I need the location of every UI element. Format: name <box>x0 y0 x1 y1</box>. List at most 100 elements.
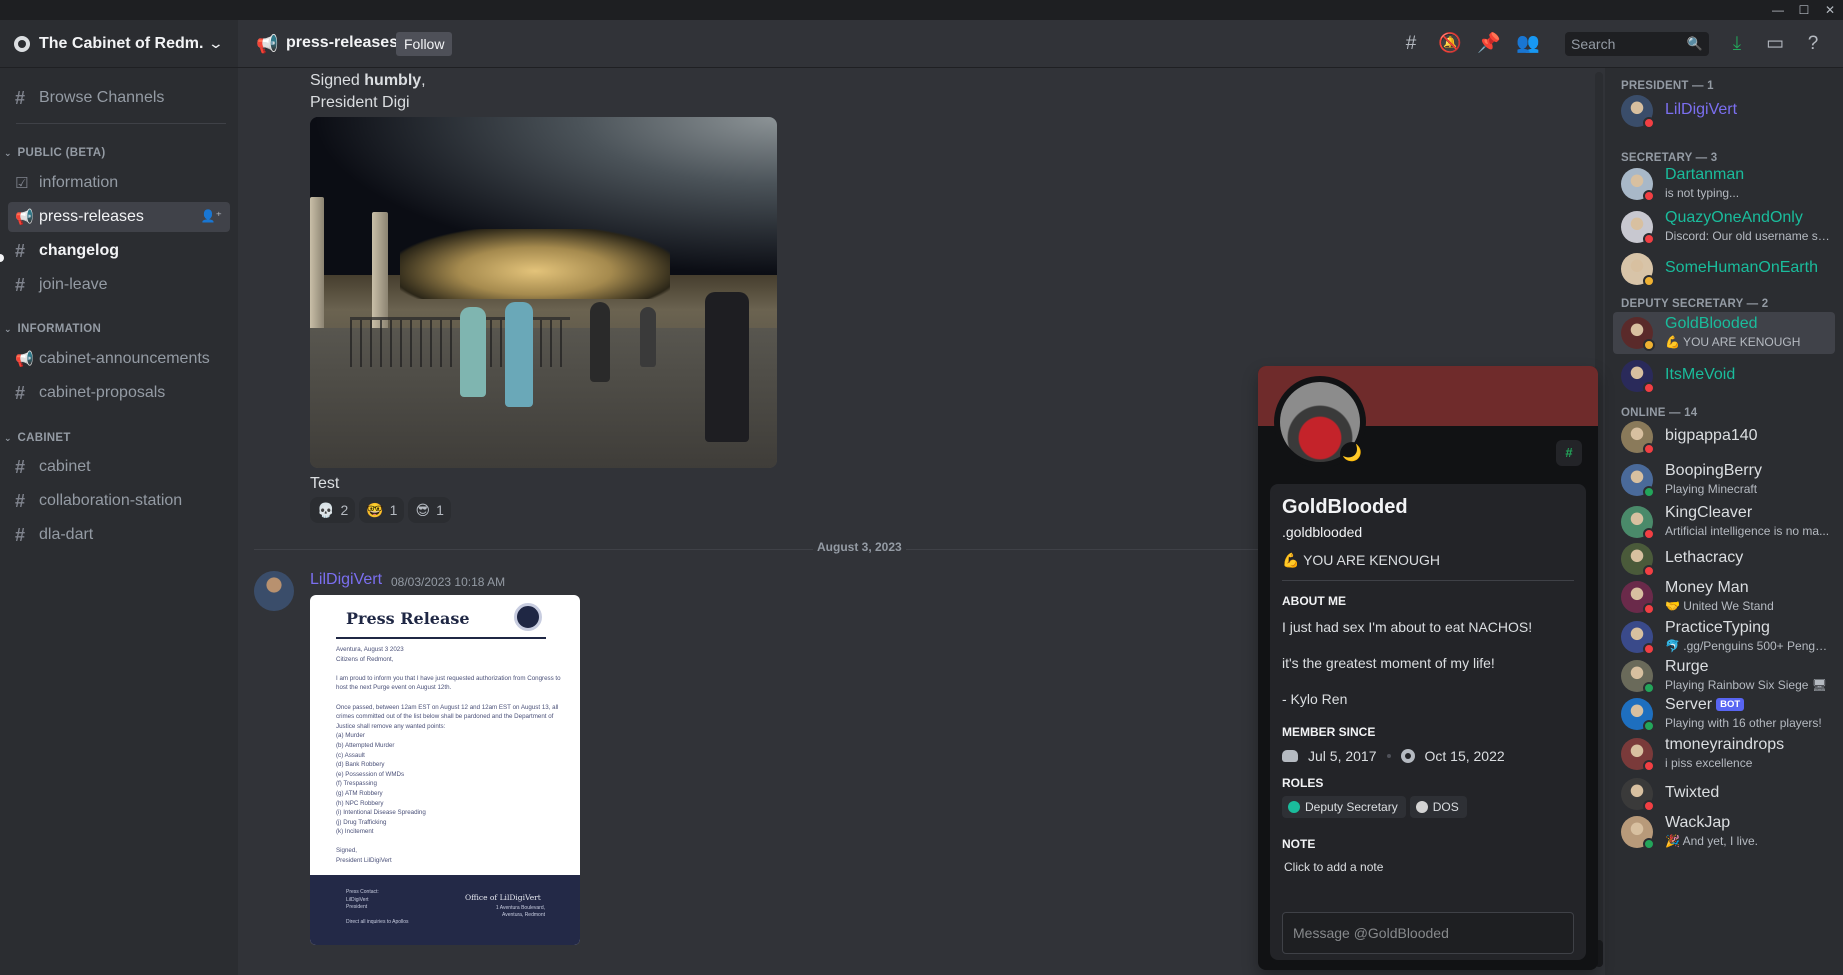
member-item[interactable]: PracticeTyping 🐬 .gg/Penguins 500+ Pengu … <box>1613 616 1835 658</box>
member-item[interactable]: KingCleaver Artificial intelligence is no… <box>1613 501 1835 543</box>
category-information[interactable]: ⌄ INFORMATION <box>4 323 101 335</box>
member-name: QuazyOneAndOnly <box>1665 209 1830 227</box>
role-pill[interactable]: Deputy Secretary <box>1282 796 1406 818</box>
photo-person <box>590 302 610 382</box>
user-profile-popout: 🌙 # GoldBlooded .goldblooded 💪 YOU ARE K… <box>1258 366 1598 970</box>
hashtag-badge-icon[interactable]: # <box>1556 440 1582 466</box>
channel-changelog[interactable]: # changelog <box>8 236 230 266</box>
download-icon[interactable]: ⤓ <box>1725 32 1749 56</box>
browse-channels[interactable]: # Browse Channels <box>8 83 230 113</box>
member-item[interactable]: GoldBlooded 💪 YOU ARE KENOUGH <box>1613 312 1835 354</box>
member-name: Money Man <box>1665 579 1830 597</box>
channel-join-leave[interactable]: # join-leave <box>8 270 230 300</box>
unread-indicator <box>0 254 4 262</box>
chevron-down-icon: ⌄ <box>4 324 12 334</box>
close-window-button[interactable]: ✕ <box>1817 0 1843 20</box>
member-item[interactable]: bigpappa140 <box>1613 416 1835 458</box>
member-item[interactable]: Rurge Playing Rainbow Six Siege 🖥 <box>1613 655 1835 697</box>
channel-dla-dart[interactable]: # dla-dart <box>8 520 230 550</box>
role-name: DOS <box>1432 800 1459 814</box>
maximize-button[interactable]: ☐ <box>1791 0 1817 20</box>
member-item[interactable]: Dartanman is not typing... <box>1613 163 1835 205</box>
member-item[interactable]: QuazyOneAndOnly Discord: Our old username… <box>1613 206 1835 248</box>
chevron-down-icon: ⌄ <box>207 35 225 51</box>
member-name-text: SomeHumanOnEarth <box>1665 259 1818 276</box>
online-status-icon <box>1643 486 1655 498</box>
member-name: Rurge <box>1665 658 1830 676</box>
channel-cabinet-proposals[interactable]: # cabinet-proposals <box>8 378 230 408</box>
channel-cabinet[interactable]: # cabinet <box>8 452 230 482</box>
threads-icon[interactable]: # <box>1399 32 1423 56</box>
channel-label: join-leave <box>39 276 108 293</box>
member-item[interactable]: Twixted <box>1613 773 1835 815</box>
member-activity: 🐬 .gg/Penguins 500+ Pengu ... <box>1665 639 1830 653</box>
member-activity: Playing with 16 other players! <box>1665 716 1822 730</box>
search-input[interactable]: Search 🔍 <box>1565 32 1709 56</box>
category-label: PUBLIC (BETA) <box>17 147 106 159</box>
member-activity: Playing Rainbow Six Siege 🖥 <box>1665 678 1827 692</box>
text-channel-icon: # <box>15 490 26 511</box>
member-name: LilDigiVert <box>1665 101 1830 119</box>
member-name-text: Rurge <box>1665 658 1709 675</box>
guild-header[interactable]: The Cabinet of Redm... ⌄ <box>0 20 238 68</box>
text-channel-icon: # <box>15 456 26 477</box>
member-since-heading: MEMBER SINCE <box>1282 725 1376 739</box>
member-item[interactable]: tmoneyraindrops i piss excellence <box>1613 733 1835 775</box>
browse-channels-icon: # <box>15 87 26 108</box>
note-input[interactable]: Click to add a note <box>1284 860 1383 874</box>
server-since-date: Oct 15, 2022 <box>1424 748 1505 764</box>
message-signoff: Signed humbly, <box>310 70 426 92</box>
channel-label: press-releases <box>39 208 144 225</box>
channel-label: cabinet <box>39 458 91 475</box>
member-activity: i piss excellence <box>1665 756 1753 770</box>
member-item[interactable]: SomeHumanOnEarth <box>1613 248 1835 290</box>
reaction-sunglasses[interactable]: 😎 1 <box>408 497 451 523</box>
member-item[interactable]: BoopingBerry Playing Minecraft <box>1613 459 1835 501</box>
member-item[interactable]: ItsMeVoid <box>1613 355 1835 397</box>
reaction-nerd[interactable]: 🤓 1 <box>359 497 405 523</box>
message-image-attachment[interactable] <box>310 117 777 468</box>
member-item[interactable]: Lethacracy <box>1613 538 1835 580</box>
direct-message-input[interactable]: Message @GoldBlooded <box>1282 912 1574 954</box>
member-name: Twixted <box>1665 784 1830 802</box>
channel-information[interactable]: ☑ information <box>8 168 230 198</box>
channel-collaboration-station[interactable]: # collaboration-station <box>8 486 230 516</box>
reaction-skull[interactable]: 💀 2 <box>310 497 356 523</box>
member-item[interactable]: Server BOT Playing with 16 other players! <box>1613 693 1835 735</box>
pin-icon[interactable]: 📌 <box>1477 32 1501 56</box>
idle-status-icon <box>1643 275 1655 287</box>
channel-title: press-releases <box>286 34 399 51</box>
press-release-image[interactable]: Press Release Aventura, August 3 2023 Ci… <box>310 595 580 945</box>
member-since-row: Jul 5, 2017 Oct 15, 2022 <box>1282 748 1505 764</box>
channel-label: collaboration-station <box>39 492 183 509</box>
about-line: - Kylo Ren <box>1282 691 1348 707</box>
member-item[interactable]: LilDigiVert <box>1613 90 1835 132</box>
minimize-button[interactable]: — <box>1765 0 1791 20</box>
create-invite-icon[interactable]: 👤⁺ <box>201 209 222 223</box>
member-name-text: Twixted <box>1665 784 1720 801</box>
press-release-title: Press Release <box>346 609 470 628</box>
photo-acropolis <box>400 229 670 299</box>
member-activity: 💪 YOU ARE KENOUGH <box>1665 335 1801 349</box>
avatar[interactable] <box>254 571 294 611</box>
channel-label: cabinet-announcements <box>39 350 210 367</box>
message-author[interactable]: LilDigiVert <box>310 571 382 589</box>
category-cabinet[interactable]: ⌄ CABINET <box>4 432 71 444</box>
member-list-icon[interactable]: 👥 <box>1516 32 1540 56</box>
follow-button[interactable]: Follow <box>396 32 453 56</box>
member-name: BoopingBerry <box>1665 462 1830 480</box>
chevron-down-icon: ⌄ <box>4 433 12 443</box>
channel-press-releases[interactable]: 📢 press-releases 👤⁺ <box>8 202 230 232</box>
help-icon[interactable]: ? <box>1801 32 1825 56</box>
category-public-beta[interactable]: ⌄ PUBLIC (BETA) <box>4 147 106 159</box>
member-item[interactable]: Money Man 🤝 United We Stand <box>1613 576 1835 618</box>
dnd-status-icon <box>1643 443 1655 455</box>
member-item[interactable]: WackJap 🎉 And yet, I live. <box>1613 811 1835 853</box>
press-release-rule <box>336 637 546 639</box>
role-list: Deputy Secretary DOS <box>1282 796 1467 818</box>
role-pill[interactable]: DOS <box>1409 796 1467 818</box>
mute-notifications-icon[interactable]: 🔕 <box>1438 32 1462 56</box>
channel-cabinet-announcements[interactable]: 📢 cabinet-announcements <box>8 344 230 374</box>
inbox-icon[interactable]: ▭ <box>1763 32 1787 56</box>
reaction-bar: 💀 2 🤓 1 😎 1 <box>310 497 451 523</box>
